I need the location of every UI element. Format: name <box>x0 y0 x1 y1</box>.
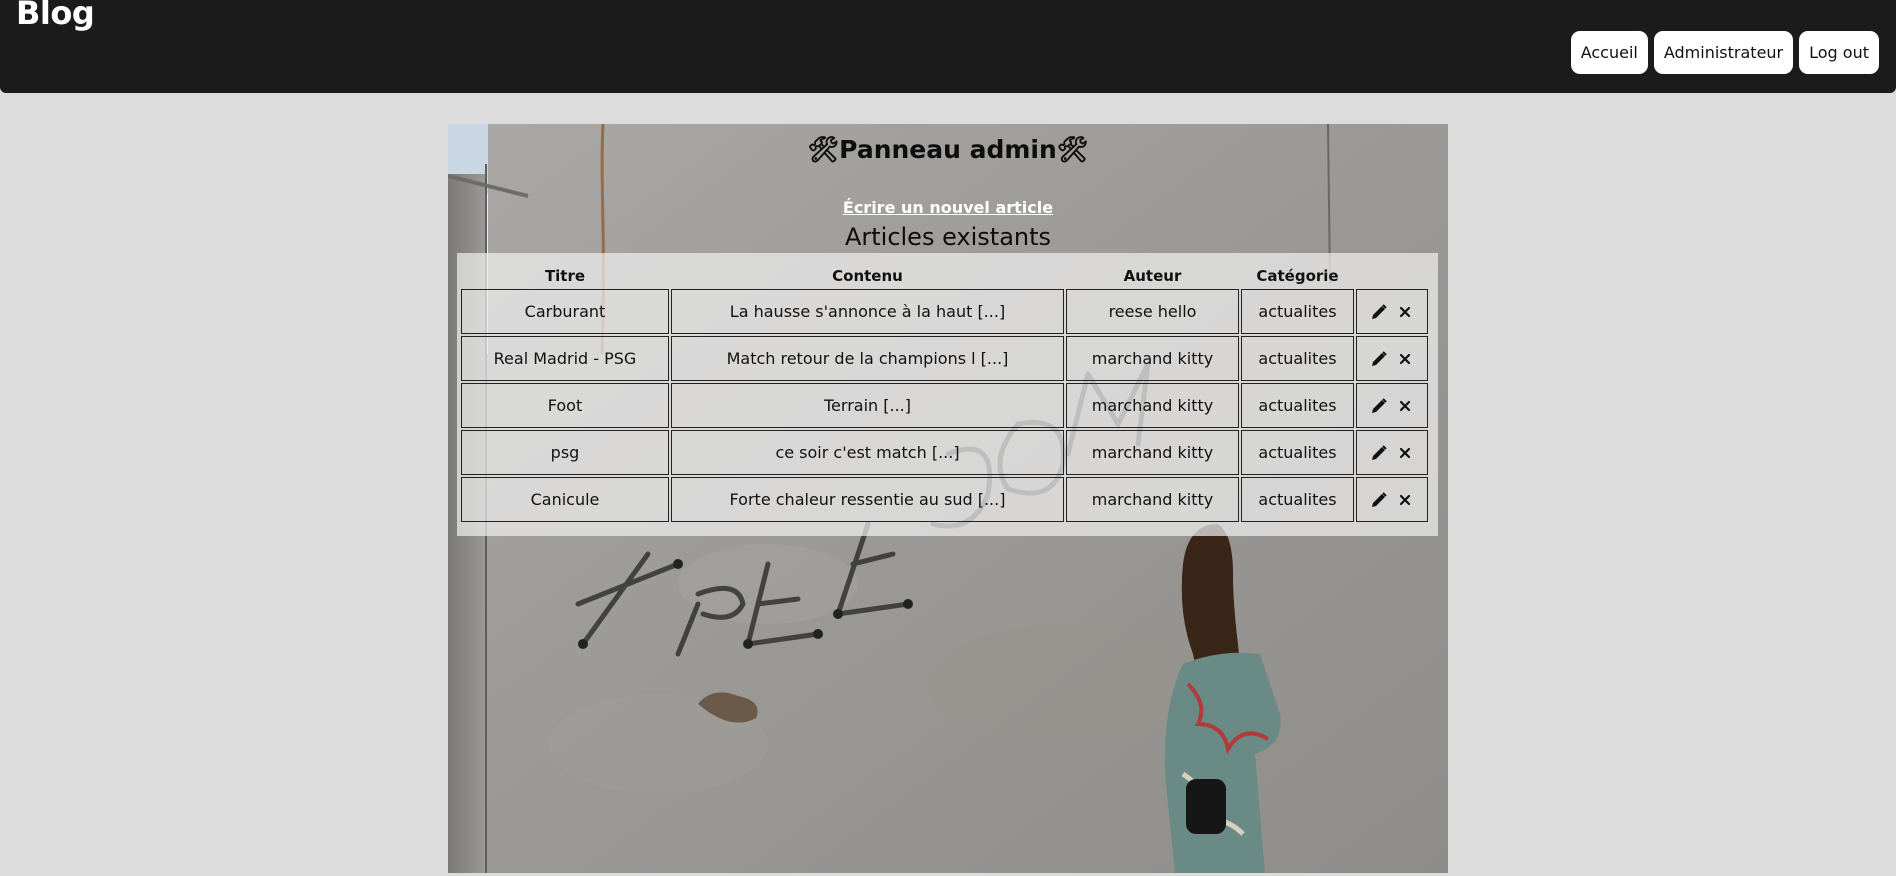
nav-accueil-button[interactable]: Accueil <box>1570 31 1648 74</box>
close-icon[interactable] <box>1397 445 1413 461</box>
close-icon[interactable] <box>1397 492 1413 508</box>
cell-title: psg <box>461 430 669 475</box>
panel-title: 🛠Panneau admin🛠 <box>807 135 1089 164</box>
cell-content: Match retour de la champions l [...] <box>671 336 1064 381</box>
nav-logout-button[interactable]: Log out <box>1799 31 1879 74</box>
cell-category: actualites <box>1241 477 1354 522</box>
table-header-row: Titre Contenu Auteur Catégorie <box>461 265 1428 287</box>
close-icon[interactable] <box>1397 351 1413 367</box>
pencil-icon[interactable] <box>1371 350 1387 367</box>
table-row: psg ce soir c'est match [...] marchand k… <box>461 430 1428 475</box>
pencil-icon[interactable] <box>1371 444 1387 461</box>
cell-content: ce soir c'est match [...] <box>671 430 1064 475</box>
table-row: Foot Terrain [...] marchand kitty actual… <box>461 383 1428 428</box>
column-header-actions <box>1356 265 1428 287</box>
table-row: Real Madrid - PSG Match retour de la cha… <box>461 336 1428 381</box>
cell-category: actualites <box>1241 383 1354 428</box>
cell-title: Real Madrid - PSG <box>461 336 669 381</box>
cell-author: marchand kitty <box>1066 336 1239 381</box>
site-brand[interactable]: Blog <box>16 0 95 32</box>
pencil-icon[interactable] <box>1371 397 1387 414</box>
cell-category: actualites <box>1241 430 1354 475</box>
site-header: Blog Accueil Administrateur Log out <box>0 0 1896 93</box>
cell-actions <box>1356 289 1428 334</box>
cell-author: marchand kitty <box>1066 430 1239 475</box>
cell-title: Carburant <box>461 289 669 334</box>
cell-content: Terrain [...] <box>671 383 1064 428</box>
table-row: Carburant La hausse s'annonce à la haut … <box>461 289 1428 334</box>
close-icon[interactable] <box>1397 304 1413 320</box>
main-nav: Accueil Administrateur Log out <box>1570 31 1879 74</box>
cell-content: Forte chaleur ressentie au sud [...] <box>671 477 1064 522</box>
table-row: Canicule Forte chaleur ressentie au sud … <box>461 477 1428 522</box>
pencil-icon[interactable] <box>1371 491 1387 508</box>
pencil-icon[interactable] <box>1371 303 1387 320</box>
articles-heading: Articles existants <box>844 223 1052 251</box>
cell-content: La hausse s'annonce à la haut [...] <box>671 289 1064 334</box>
cell-category: actualites <box>1241 336 1354 381</box>
cell-category: actualites <box>1241 289 1354 334</box>
cell-actions <box>1356 383 1428 428</box>
cell-actions <box>1356 336 1428 381</box>
column-header-author: Auteur <box>1123 267 1182 285</box>
cell-author: reese hello <box>1066 289 1239 334</box>
admin-panel: 🛠Panneau admin🛠 Écrire un nouvel article… <box>448 124 1448 873</box>
cell-author: marchand kitty <box>1066 477 1239 522</box>
nav-administrateur-button[interactable]: Administrateur <box>1653 31 1794 74</box>
cell-actions <box>1356 430 1428 475</box>
cell-author: marchand kitty <box>1066 383 1239 428</box>
close-icon[interactable] <box>1397 398 1413 414</box>
new-article-link[interactable]: Écrire un nouvel article <box>448 198 1448 218</box>
articles-table-container: Titre Contenu Auteur Catégorie Carburant… <box>457 253 1438 536</box>
column-header-title: Titre <box>544 267 586 285</box>
articles-table: Titre Contenu Auteur Catégorie Carburant… <box>459 263 1430 524</box>
column-header-content: Contenu <box>832 267 903 285</box>
column-header-category: Catégorie <box>1256 267 1339 285</box>
cell-actions <box>1356 477 1428 522</box>
cell-title: Foot <box>461 383 669 428</box>
cell-title: Canicule <box>461 477 669 522</box>
